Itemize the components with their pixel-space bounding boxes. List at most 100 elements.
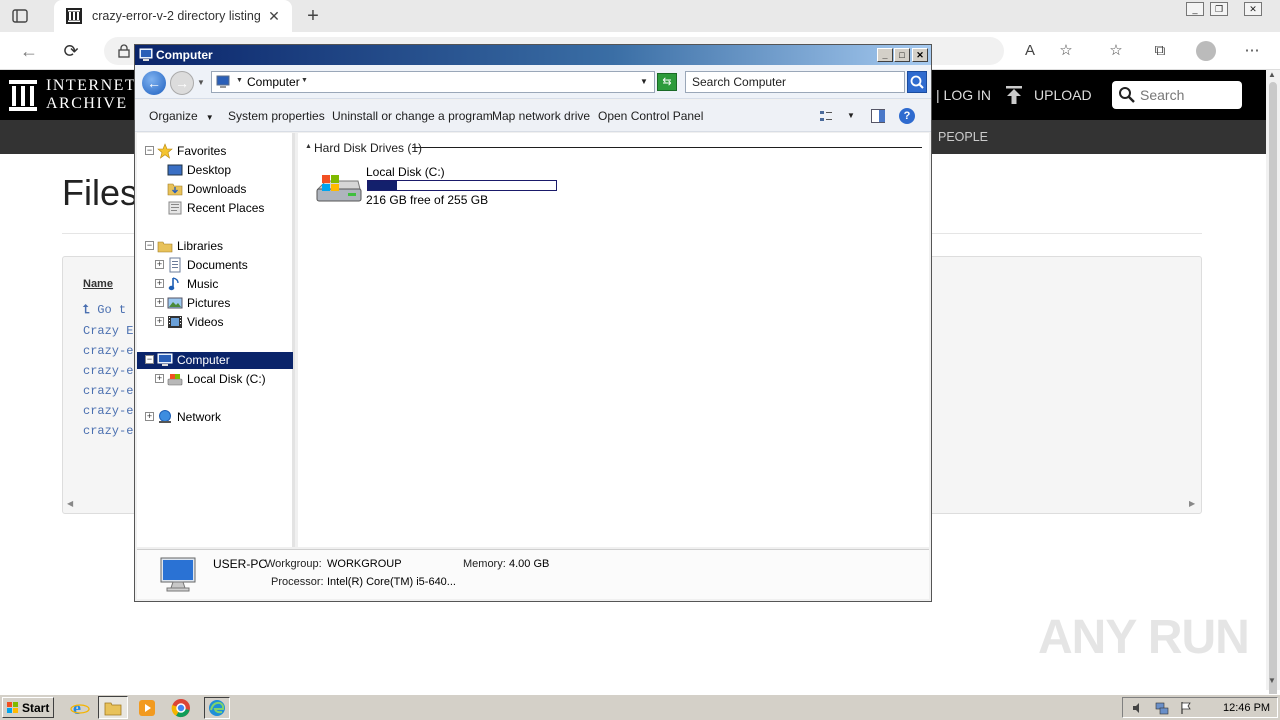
new-tab-button[interactable]: + <box>302 5 324 27</box>
tree-item-videos[interactable]: + Videos <box>137 314 293 331</box>
system-tray: 12:46 PM <box>1122 697 1278 718</box>
collapse-icon[interactable]: − <box>145 146 154 155</box>
expand-icon[interactable]: + <box>155 279 164 288</box>
desktop-icon <box>167 162 183 178</box>
archive-logo-icon[interactable] <box>8 78 38 112</box>
breadcrumb-arrow-icon[interactable]: ▼ <box>301 77 308 84</box>
help-icon[interactable]: ? <box>899 108 915 124</box>
listing-row-label: Go t <box>97 303 127 317</box>
tree-item-computer[interactable]: − Computer <box>137 352 293 369</box>
uninstall-program-button[interactable]: Uninstall or change a program <box>332 109 493 123</box>
tree-item-local-disk[interactable]: + Local Disk (C:) <box>137 371 293 388</box>
breadcrumb-arrow-icon[interactable]: ▼ <box>236 77 243 84</box>
add-favorite-icon[interactable]: ☆ <box>1056 41 1076 61</box>
browser-back-icon[interactable]: ← <box>18 40 40 62</box>
explorer-titlebar[interactable]: Computer _ □ ✕ <box>135 45 931 65</box>
internet-explorer-icon[interactable]: e <box>70 698 90 718</box>
forward-arrow-icon[interactable]: → <box>170 71 194 95</box>
action-center-flag-icon[interactable] <box>1179 701 1193 715</box>
search-placeholder: Search Computer <box>692 75 787 89</box>
breadcrumb-computer[interactable]: Computer <box>247 75 300 89</box>
media-player-icon[interactable] <box>137 698 157 718</box>
listing-row[interactable]: crazy-e <box>83 424 133 438</box>
tree-item-recent-places[interactable]: Recent Places <box>137 200 293 217</box>
tree-item-libraries[interactable]: − Libraries <box>137 238 293 255</box>
tree-item-music[interactable]: + Music <box>137 276 293 293</box>
browser-tab[interactable]: crazy-error-v-2 directory listing ✕ <box>54 0 292 32</box>
computer-icon <box>157 352 173 368</box>
expand-icon[interactable]: + <box>155 374 164 383</box>
browser-restore-button[interactable]: ❐ <box>1210 2 1228 16</box>
listing-row[interactable]: crazy-e <box>83 344 133 358</box>
archive-search-input[interactable]: Search <box>1112 81 1242 109</box>
listing-row-parent[interactable]: ⮤ Go t <box>83 303 126 317</box>
scrollbar-thumb[interactable] <box>1269 82 1277 720</box>
tab-actions-icon[interactable] <box>10 6 30 26</box>
tree-item-favorites[interactable]: − Favorites <box>137 143 293 160</box>
network-status-icon[interactable] <box>1155 701 1169 715</box>
group-collapse-icon[interactable]: ▲ <box>305 143 312 150</box>
login-link[interactable]: | LOG IN <box>936 87 991 103</box>
upload-link[interactable]: UPLOAD <box>1034 87 1092 103</box>
browser-minimize-button[interactable]: _ <box>1186 2 1204 16</box>
read-aloud-icon[interactable]: A <box>1020 41 1040 61</box>
address-dropdown-icon[interactable]: ▼ <box>640 77 648 86</box>
listing-row[interactable]: crazy-e <box>83 404 133 418</box>
search-input[interactable]: Search Computer <box>685 71 905 93</box>
clock[interactable]: 12:46 PM <box>1223 702 1270 714</box>
back-arrow-icon[interactable]: ← <box>142 71 166 95</box>
edge-icon[interactable] <box>204 697 230 719</box>
scroll-down-arrow-icon[interactable]: ▼ <box>1268 676 1276 685</box>
tree-item-pictures[interactable]: + Pictures <box>137 295 293 312</box>
change-view-icon[interactable] <box>819 109 833 123</box>
tree-item-documents[interactable]: + Documents <box>137 257 293 274</box>
downloads-folder-icon <box>167 181 183 197</box>
minimize-button[interactable]: _ <box>877 48 893 62</box>
listing-row[interactable]: crazy-e <box>83 384 133 398</box>
people-link[interactable]: PEOPLE <box>938 130 988 144</box>
collapse-icon[interactable]: − <box>145 355 154 364</box>
tab-close-icon[interactable]: ✕ <box>266 8 282 24</box>
scroll-right-arrow-icon[interactable]: ▶ <box>1189 499 1195 508</box>
tree-item-network[interactable]: + Network <box>137 409 293 426</box>
start-button[interactable]: Start <box>2 697 54 718</box>
organize-menu[interactable]: Organize ▼ <box>149 109 214 123</box>
expand-icon[interactable]: + <box>155 260 164 269</box>
profile-avatar[interactable] <box>1196 41 1216 61</box>
page-scrollbar[interactable]: ▲ ▼ <box>1266 70 1280 720</box>
close-button[interactable]: ✕ <box>912 48 928 62</box>
expand-icon[interactable]: + <box>155 298 164 307</box>
chrome-icon[interactable] <box>171 698 191 718</box>
refresh-icon[interactable]: ⇆ <box>657 73 677 91</box>
more-menu-icon[interactable]: ⋯ <box>1242 41 1262 61</box>
group-header[interactable]: Hard Disk Drives (1) <box>314 141 422 155</box>
view-dropdown-icon[interactable]: ▼ <box>847 111 855 120</box>
listing-row[interactable]: Crazy E <box>83 324 133 338</box>
scroll-left-arrow-icon[interactable]: ◀ <box>67 499 73 508</box>
collapse-icon[interactable]: − <box>145 241 154 250</box>
tree-item-desktop[interactable]: Desktop <box>137 162 293 179</box>
archive-logo-text[interactable]: INTERNET ARCHIVE <box>46 77 136 113</box>
address-bar[interactable]: ▼ Computer ▼ ▼ <box>211 71 655 93</box>
listing-row[interactable]: crazy-e <box>83 364 133 378</box>
maximize-button[interactable]: □ <box>894 48 910 62</box>
tree-item-downloads[interactable]: Downloads <box>137 181 293 198</box>
history-dropdown-icon[interactable]: ▼ <box>197 78 205 87</box>
browser-refresh-icon[interactable]: ⟳ <box>60 40 82 62</box>
name-column-header[interactable]: Name <box>83 278 113 290</box>
preview-pane-icon[interactable] <box>871 109 885 123</box>
map-network-drive-button[interactable]: Map network drive <box>492 109 590 123</box>
open-control-panel-button[interactable]: Open Control Panel <box>598 109 703 123</box>
scroll-up-arrow-icon[interactable]: ▲ <box>1268 70 1276 79</box>
upload-icon[interactable] <box>1004 84 1024 106</box>
expand-icon[interactable]: + <box>145 412 154 421</box>
browser-close-button[interactable]: ✕ <box>1244 2 1262 16</box>
favorites-icon[interactable]: ☆ <box>1106 41 1126 61</box>
system-properties-button[interactable]: System properties <box>228 109 325 123</box>
task-explorer-button[interactable] <box>98 696 128 719</box>
collections-icon[interactable]: ⧉ <box>1150 41 1170 61</box>
search-icon[interactable] <box>907 71 927 93</box>
speaker-icon[interactable] <box>1131 701 1145 715</box>
tree-label: Recent Places <box>187 201 265 215</box>
expand-icon[interactable]: + <box>155 317 164 326</box>
